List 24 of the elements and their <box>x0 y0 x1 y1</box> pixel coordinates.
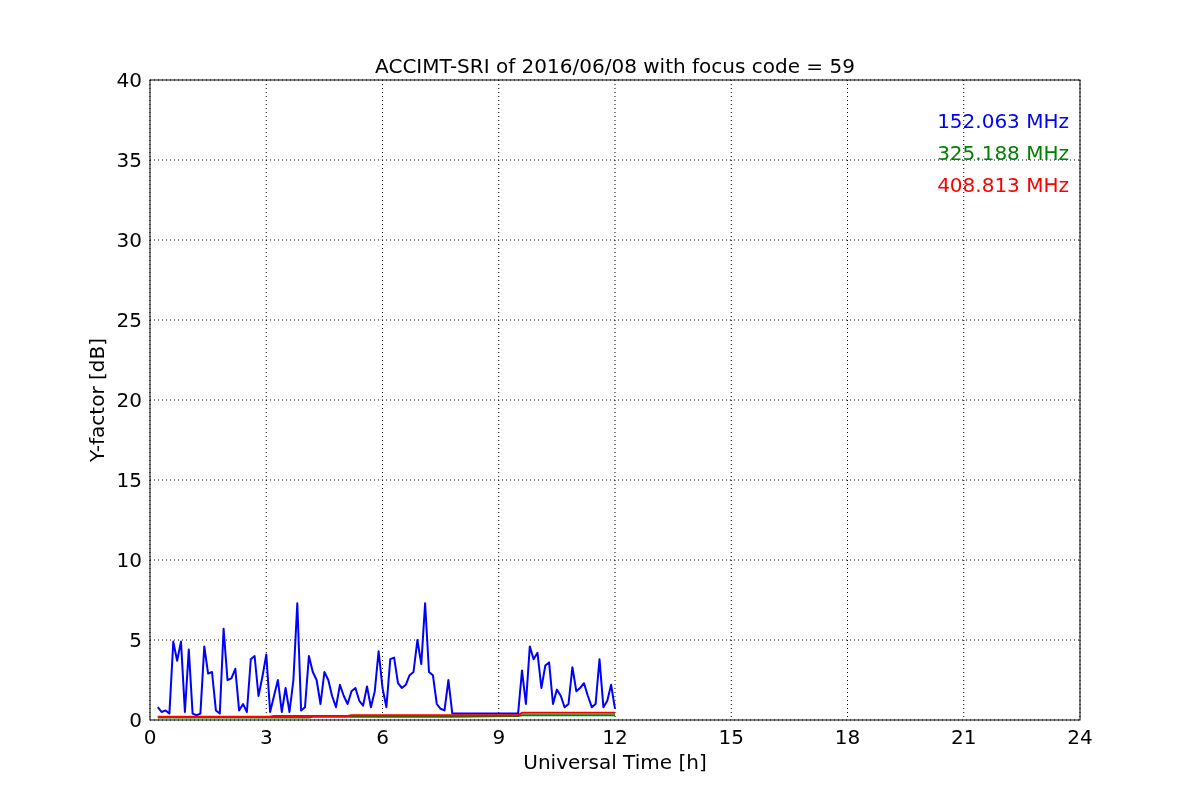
legend-label: 408.813 MHz <box>937 173 1069 197</box>
y-tick-label: 20 <box>116 388 142 412</box>
y-tick-label: 15 <box>116 468 142 492</box>
x-tick-label: 12 <box>602 725 628 749</box>
x-tick-label: 24 <box>1067 725 1093 749</box>
y-tick-label: 35 <box>116 148 142 172</box>
x-axis-label: Universal Time [h] <box>523 750 707 774</box>
x-tick-label: 15 <box>718 725 744 749</box>
y-tick-label: 30 <box>116 228 142 252</box>
x-tick-label: 9 <box>492 725 506 749</box>
y-axis-label: Y-factor [dB] <box>85 338 109 462</box>
x-tick-label: 21 <box>951 725 977 749</box>
chart-title: ACCIMT-SRI of 2016/06/08 with focus code = 59 <box>375 54 855 78</box>
x-tick-label: 3 <box>259 725 273 749</box>
y-tick-label: 0 <box>129 708 142 732</box>
x-tick-label: 6 <box>376 725 389 749</box>
y-tick-label: 40 <box>116 68 142 92</box>
legend-label: 152.063 MHz <box>937 109 1069 133</box>
y-tick-label: 10 <box>116 548 142 572</box>
legend-label: 325.188 MHz <box>937 141 1069 165</box>
y-tick-label: 25 <box>116 308 142 332</box>
y-tick-label: 5 <box>129 628 142 652</box>
x-tick-label: 18 <box>834 725 861 749</box>
x-tick-label: 0 <box>143 725 157 749</box>
